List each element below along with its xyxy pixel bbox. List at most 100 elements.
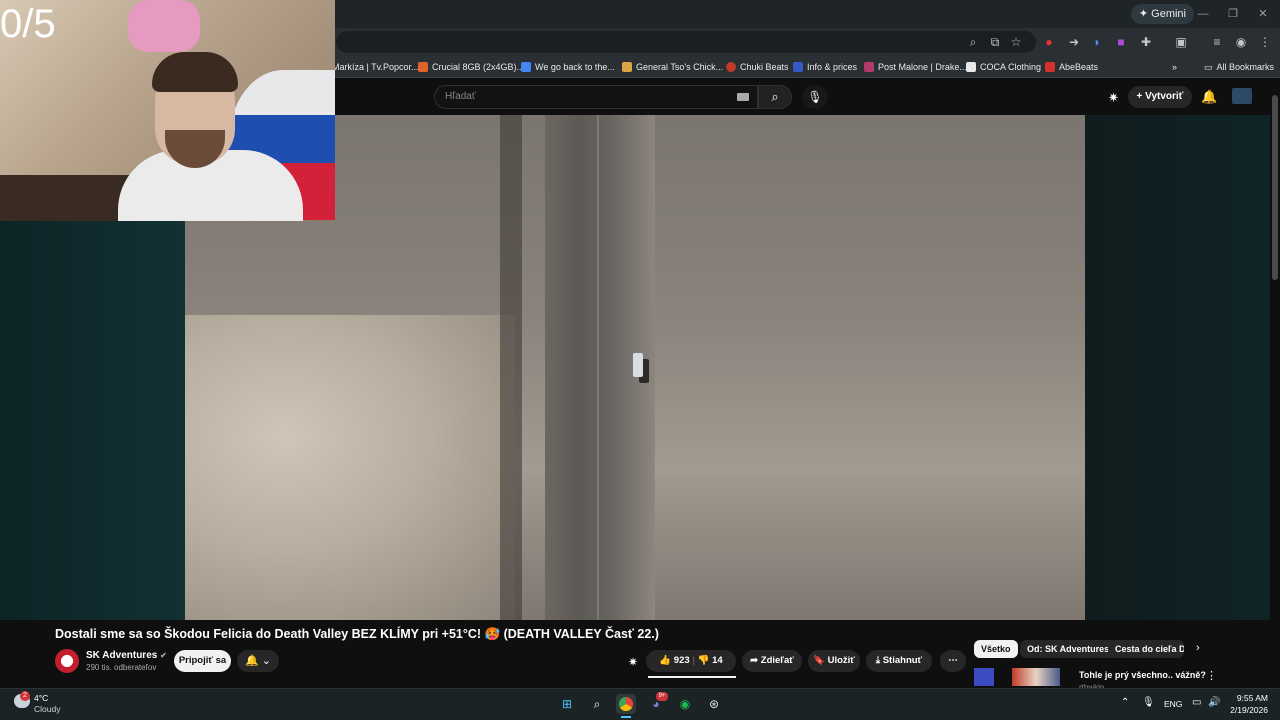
- progress-counter: 0/5: [0, 2, 56, 46]
- microphone-icon[interactable]: 🎙: [1142, 697, 1155, 708]
- channel-name[interactable]: SK Adventures ✔: [86, 650, 167, 661]
- like-button[interactable]: 👍 923: [659, 655, 689, 666]
- channel-avatar[interactable]: [55, 649, 79, 673]
- bookmark-favicon-icon: [1045, 62, 1055, 72]
- tray-overflow-icon[interactable]: ⌃: [1121, 697, 1129, 708]
- app-icon[interactable]: ⊛: [704, 694, 724, 714]
- bookmark-item[interactable]: AbeBeats: [1045, 59, 1098, 75]
- sidepanel-icon[interactable]: ▣: [1172, 33, 1190, 51]
- ask-sparkle-icon[interactable]: ✷: [628, 655, 638, 669]
- download-button[interactable]: ⤓ Stiahnuť: [866, 650, 932, 672]
- weather-description[interactable]: Cloudy: [34, 704, 60, 714]
- thumbs-up-icon: 👍: [659, 655, 672, 666]
- bookmark-icon: 🔖: [813, 655, 828, 666]
- create-button[interactable]: + Vytvoriť: [1128, 86, 1192, 108]
- recommended-title[interactable]: Tohle je prý všechno.. vážně?: [1079, 670, 1206, 680]
- search-button[interactable]: ⌕: [758, 85, 792, 109]
- save-button[interactable]: 🔖 Uložiť: [808, 650, 860, 672]
- video-frame-road-line: [597, 115, 599, 620]
- address-bar[interactable]: [336, 31, 1036, 53]
- download-label: Stiahnuť: [882, 655, 923, 666]
- bookmark-favicon-icon: [793, 62, 803, 72]
- dislike-count: 14: [712, 655, 723, 666]
- discord-badge: 9+: [656, 692, 668, 701]
- weather-alert-badge: 2: [20, 691, 30, 701]
- chrome-icon[interactable]: [616, 694, 636, 714]
- bookmark-star-icon[interactable]: ☆: [1007, 33, 1025, 51]
- clock-date[interactable]: 2/19/2026: [1222, 705, 1268, 715]
- bookmarks-overflow-icon[interactable]: »: [1172, 59, 1177, 75]
- weather-temperature[interactable]: 4°C: [34, 693, 48, 703]
- voice-search-button[interactable]: 🎙: [802, 85, 828, 109]
- chip-all[interactable]: Všetko: [974, 640, 1018, 658]
- more-actions-button[interactable]: ⋯: [940, 650, 966, 672]
- notifications-bell-icon[interactable]: 🔔: [1201, 89, 1217, 105]
- like-ratio-bar: [648, 676, 736, 678]
- chrome-menu-icon[interactable]: ⋮: [1256, 33, 1274, 51]
- recommended-thumbnail-small[interactable]: [974, 668, 994, 686]
- bookmark-item[interactable]: Markíza | Tv.Popcor...: [332, 59, 419, 75]
- spotify-icon[interactable]: ◉: [675, 694, 695, 714]
- volume-icon[interactable]: 🔊: [1208, 697, 1220, 708]
- bookmark-item[interactable]: COCA Clothing: [966, 59, 1041, 75]
- bookmark-label: Markíza | Tv.Popcor...: [332, 62, 419, 72]
- bookmark-label: AbeBeats: [1059, 62, 1099, 72]
- subscriber-count: 290 tis. odberateľov: [86, 663, 157, 672]
- chip-from-channel[interactable]: Od: SK Adventures: [1020, 640, 1117, 658]
- language-indicator[interactable]: ENG: [1164, 699, 1182, 709]
- share-button[interactable]: ➦ Zdieľať: [742, 650, 802, 672]
- minimize-icon[interactable]: —: [1192, 4, 1214, 24]
- recommended-thumbnail[interactable]: [1012, 668, 1060, 686]
- bookmark-label: Chuki Beats: [740, 62, 789, 72]
- bookmark-item[interactable]: General Tso's Chick...: [622, 59, 723, 75]
- mic-icon: 🎙: [807, 90, 823, 104]
- chevron-right-icon[interactable]: ›: [1196, 642, 1200, 654]
- bookmark-item[interactable]: Crucial 8GB (2x4GB)...: [418, 59, 524, 75]
- join-button[interactable]: Pripojiť sa: [174, 650, 231, 672]
- channel-avatar[interactable]: [1232, 88, 1252, 104]
- bookmark-label: General Tso's Chick...: [636, 62, 724, 72]
- extension-blue-icon[interactable]: ◗: [1088, 33, 1106, 51]
- bookmark-item[interactable]: Chuki Beats: [726, 59, 789, 75]
- gemini-button[interactable]: ✦ Gemini: [1130, 4, 1194, 24]
- bookmark-favicon-icon: [966, 62, 976, 72]
- all-bookmarks-folder[interactable]: ▭ All Bookmarks: [1204, 59, 1274, 75]
- sparkle-icon[interactable]: ✷: [1108, 90, 1119, 106]
- like-count: 923: [673, 655, 690, 666]
- chevron-down-icon: ⌄: [261, 655, 271, 667]
- bookmark-item[interactable]: Info & prices: [793, 59, 857, 75]
- bell-icon: 🔔: [245, 655, 259, 667]
- search-icon[interactable]: ⌕: [587, 694, 607, 714]
- plush-toy: [128, 0, 200, 52]
- bookmark-favicon-icon: [418, 62, 428, 72]
- page-scrollbar-thumb[interactable]: [1272, 95, 1278, 280]
- bookmark-label: We go back to the...: [535, 62, 615, 72]
- dislike-button[interactable]: 👎 14: [698, 655, 723, 666]
- display-icon[interactable]: ▭: [1192, 697, 1201, 708]
- subscription-bell-button[interactable]: 🔔 ⌄: [237, 650, 279, 672]
- zoom-icon[interactable]: ⌕: [964, 33, 982, 51]
- extension-purple-icon[interactable]: ■: [1112, 33, 1130, 51]
- save-label: Uložiť: [827, 655, 855, 666]
- extensions-puzzle-icon[interactable]: ✚: [1137, 33, 1155, 51]
- extension-red-icon[interactable]: ●: [1040, 33, 1058, 51]
- extension-arrow-icon[interactable]: ➜: [1065, 33, 1083, 51]
- close-icon[interactable]: ✕: [1252, 4, 1274, 24]
- bookmark-item[interactable]: Post Malone | Drake...: [864, 59, 967, 75]
- media-control-icon[interactable]: ≡: [1208, 33, 1226, 51]
- search-input[interactable]: Hľadať: [434, 85, 758, 109]
- video-frame-sand: [185, 315, 515, 620]
- profile-avatar-icon[interactable]: ◉: [1232, 33, 1250, 51]
- share-label: Zdieľať: [760, 655, 794, 666]
- keyboard-icon[interactable]: [737, 93, 749, 101]
- more-vertical-icon[interactable]: ⋮: [1206, 669, 1217, 682]
- restore-icon[interactable]: ❐: [1222, 4, 1244, 24]
- verified-icon: ✔: [160, 651, 167, 660]
- chip-related[interactable]: Cesta do cieľa Do: [1108, 640, 1184, 658]
- install-app-icon[interactable]: ⧉: [986, 33, 1004, 51]
- windows-start-icon[interactable]: ⊞: [557, 694, 577, 714]
- gemini-label: Gemini: [1151, 8, 1186, 20]
- bookmark-item[interactable]: We go back to the...: [521, 59, 615, 75]
- clock-time[interactable]: 9:55 AM: [1226, 693, 1268, 703]
- bookmark-favicon-icon: [622, 62, 632, 72]
